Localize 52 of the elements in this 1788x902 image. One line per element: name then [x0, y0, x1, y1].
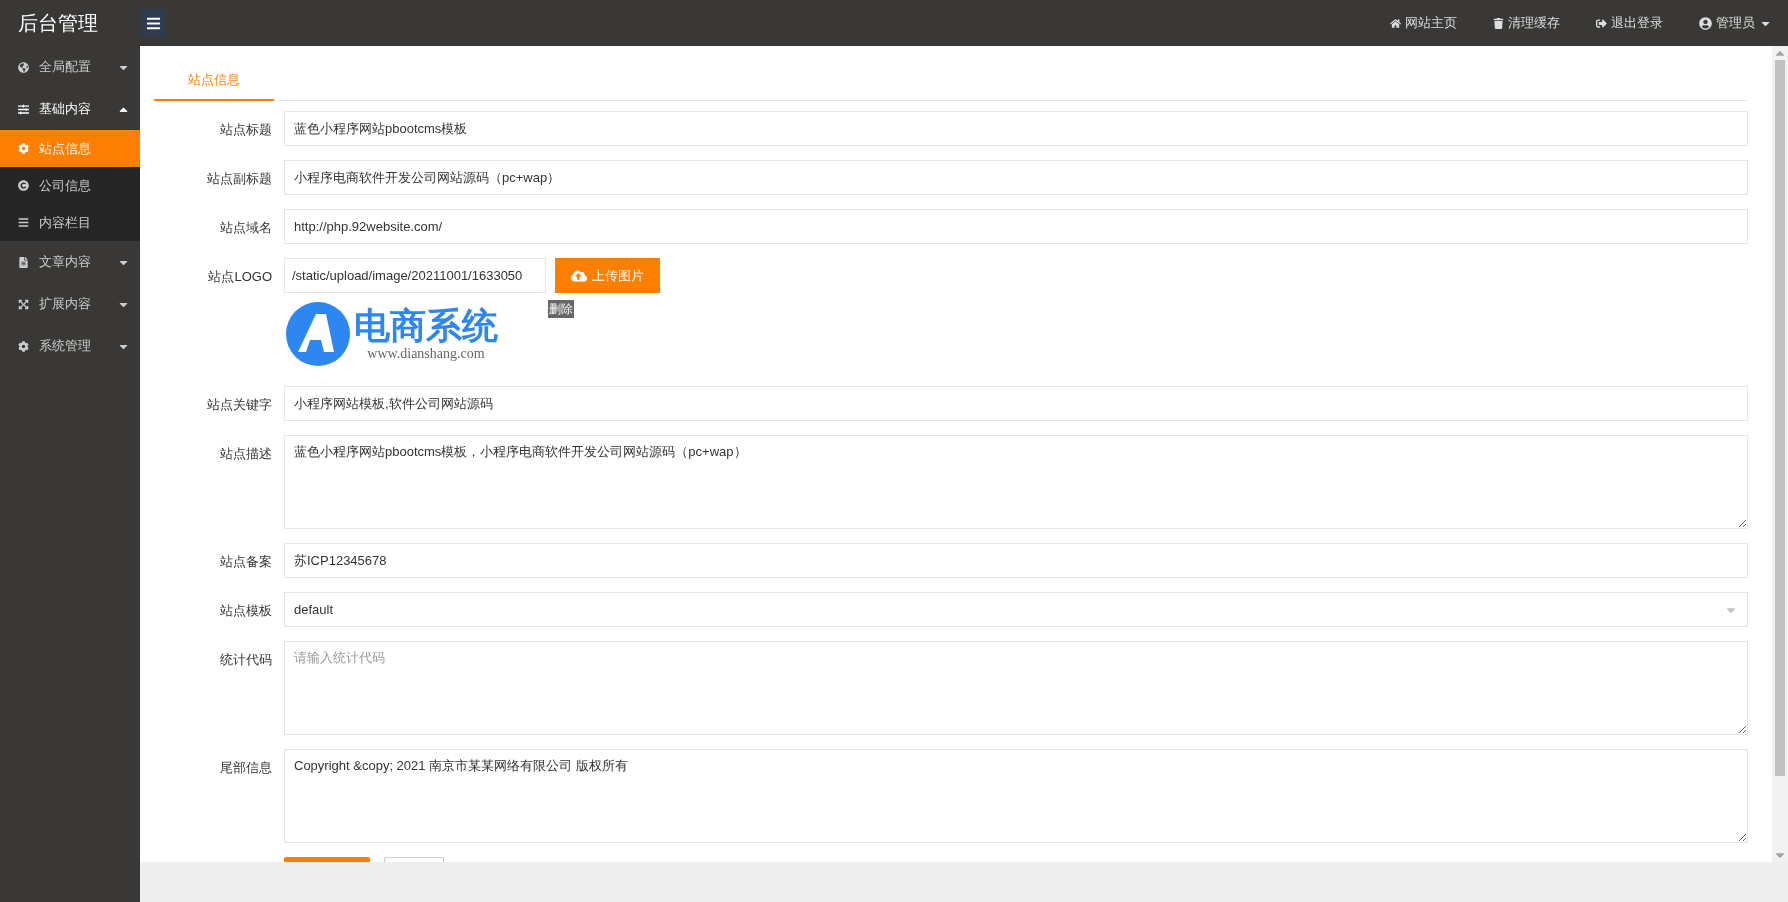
text-area[interactable]: 蓝色小程序网站pbootcms模板，小程序电商软件开发公司网站源码（pc+wap）: [284, 435, 1748, 529]
cloud-upload-icon: [571, 267, 587, 284]
text-field[interactable]: 小程序电商软件开发公司网站源码（pc+wap）: [284, 160, 1748, 195]
sidebar-item[interactable]: 扩展内容: [0, 283, 140, 325]
logo-title: 电商系统: [354, 306, 498, 346]
sidebar-item[interactable]: 基础内容: [0, 88, 140, 130]
field-label: 站点副标题: [206, 170, 272, 188]
sign-out-icon: [1596, 17, 1607, 29]
globe-icon: [18, 61, 29, 73]
sidebar-item[interactable]: 系统管理: [0, 325, 140, 367]
menu-icon: [145, 15, 161, 31]
sidebar-item[interactable]: 全局配置: [0, 46, 140, 88]
field-label: 站点标题: [219, 121, 272, 139]
text-field[interactable]: 蓝色小程序网站pbootcms模板: [284, 111, 1748, 146]
field-label: 站点LOGO: [207, 268, 272, 286]
home-icon: [1390, 17, 1401, 29]
field-label: 站点关键字: [206, 396, 272, 414]
app-title: 后台管理: [17, 11, 99, 36]
field-label: 尾部信息: [219, 759, 272, 777]
text-area[interactable]: 请输入统计代码: [284, 641, 1748, 735]
header-link[interactable]: 退出登录: [1596, 13, 1663, 33]
menu-button[interactable]: [140, 9, 166, 37]
text-field[interactable]: http://php.92website.com/: [284, 209, 1748, 244]
field-label: 统计代码: [219, 651, 272, 669]
logo-emblem-icon: [286, 302, 350, 366]
field-label: 站点模板: [219, 602, 272, 620]
header-link[interactable]: 清理缓存: [1493, 13, 1560, 33]
select-field[interactable]: default: [284, 592, 1748, 627]
field-label: 站点备案: [219, 553, 272, 571]
logo-url: www.dianshang.com: [367, 346, 485, 362]
header-link[interactable]: 网站主页: [1390, 13, 1457, 33]
text-field[interactable]: /static/upload/image/20211001/1633050: [284, 258, 546, 293]
sidebar-subitem[interactable]: 公司信息: [0, 167, 140, 204]
delete-button[interactable]: 删除: [548, 300, 574, 318]
scrollbar-thumb[interactable]: [1775, 60, 1785, 776]
text-field[interactable]: 小程序网站模板,软件公司网站源码: [284, 386, 1748, 421]
user-icon: [1699, 16, 1712, 30]
field-label: 站点描述: [219, 445, 272, 463]
text-field[interactable]: 苏ICP12345678: [284, 543, 1748, 578]
gear-icon: [18, 143, 29, 154]
user-menu[interactable]: 管理员: [1699, 13, 1772, 33]
sidebar-item[interactable]: 文章内容: [0, 241, 140, 283]
list-icon: [18, 217, 29, 228]
gear-icon: [18, 340, 29, 352]
field-label: 站点域名: [219, 219, 272, 237]
expand-icon: [18, 298, 29, 310]
copyright-icon: [18, 180, 29, 191]
trash-icon: [1493, 17, 1504, 29]
sliders-icon: [18, 103, 29, 115]
text-area[interactable]: Copyright &copy; 2021 南京市某某网络有限公司 版权所有: [284, 749, 1748, 843]
sidebar-subitem[interactable]: 内容栏目: [0, 204, 140, 241]
document-icon: [18, 256, 29, 268]
